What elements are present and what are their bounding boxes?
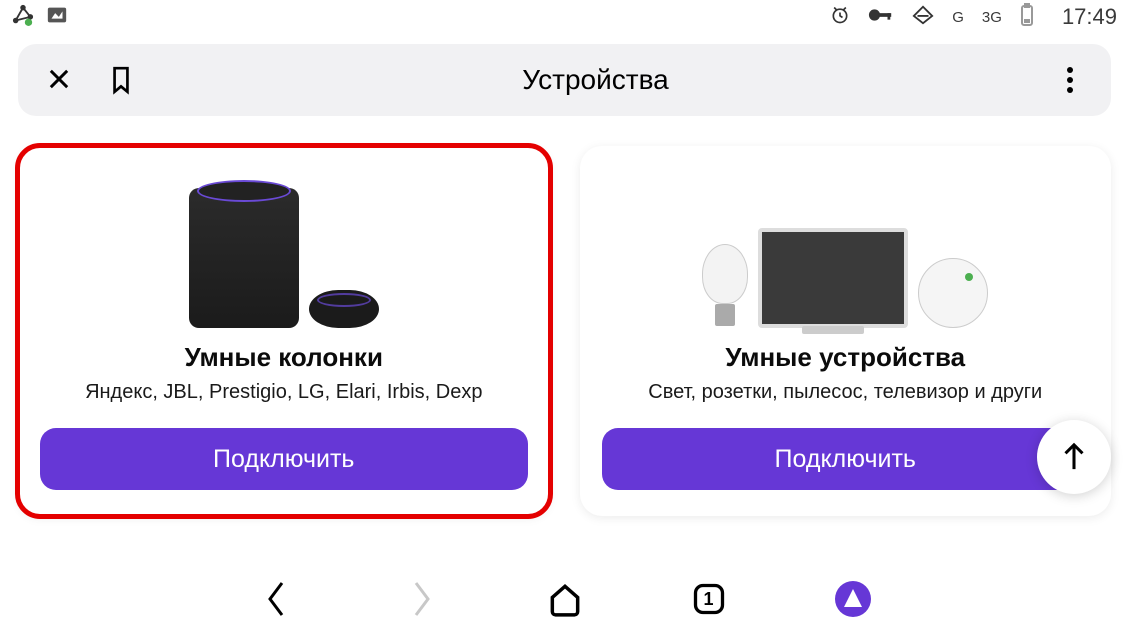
- alarm-icon: [830, 5, 850, 30]
- page-title: Устройства: [140, 64, 1051, 96]
- connect-button[interactable]: Подключить: [602, 428, 1090, 490]
- bottom-nav: 1: [0, 563, 1129, 635]
- scroll-top-button[interactable]: [1037, 420, 1111, 494]
- card-title: Умные колонки: [185, 342, 383, 373]
- battery-icon: [1020, 3, 1034, 32]
- status-bar: G 3G 17:49: [0, 0, 1129, 34]
- nav-alice-button[interactable]: [831, 577, 875, 621]
- close-button[interactable]: [40, 65, 78, 95]
- bookmark-button[interactable]: [102, 65, 140, 95]
- card-subtitle: Свет, розетки, пылесос, телевизор и друг…: [648, 381, 1042, 404]
- signal-g-label: G: [952, 9, 964, 26]
- speakers-illustration: [189, 168, 379, 328]
- cards-row: Умные колонки Яндекс, JBL, Prestigio, LG…: [0, 116, 1129, 516]
- signal-3g-label: 3G: [982, 9, 1002, 26]
- card-smart-speakers[interactable]: Умные колонки Яндекс, JBL, Prestigio, LG…: [18, 146, 550, 516]
- card-smart-devices[interactable]: Умные устройства Свет, розетки, пылесос,…: [580, 146, 1112, 516]
- connect-button[interactable]: Подключить: [40, 428, 528, 490]
- more-button[interactable]: [1051, 66, 1089, 94]
- share-icon: [12, 4, 34, 31]
- card-title: Умные устройства: [725, 342, 965, 373]
- nav-tabs-button[interactable]: 1: [687, 577, 731, 621]
- devices-illustration: [702, 168, 988, 328]
- image-icon: [46, 4, 68, 31]
- tabs-count: 1: [703, 589, 713, 610]
- app-bar: Устройства: [18, 44, 1111, 116]
- clock-label: 17:49: [1062, 4, 1117, 30]
- nav-home-button[interactable]: [543, 577, 587, 621]
- wifi-icon: [912, 4, 934, 31]
- vpn-key-icon: [868, 5, 894, 30]
- nav-back-button[interactable]: [255, 577, 299, 621]
- card-subtitle: Яндекс, JBL, Prestigio, LG, Elari, Irbis…: [85, 381, 482, 404]
- nav-forward-button[interactable]: [399, 577, 443, 621]
